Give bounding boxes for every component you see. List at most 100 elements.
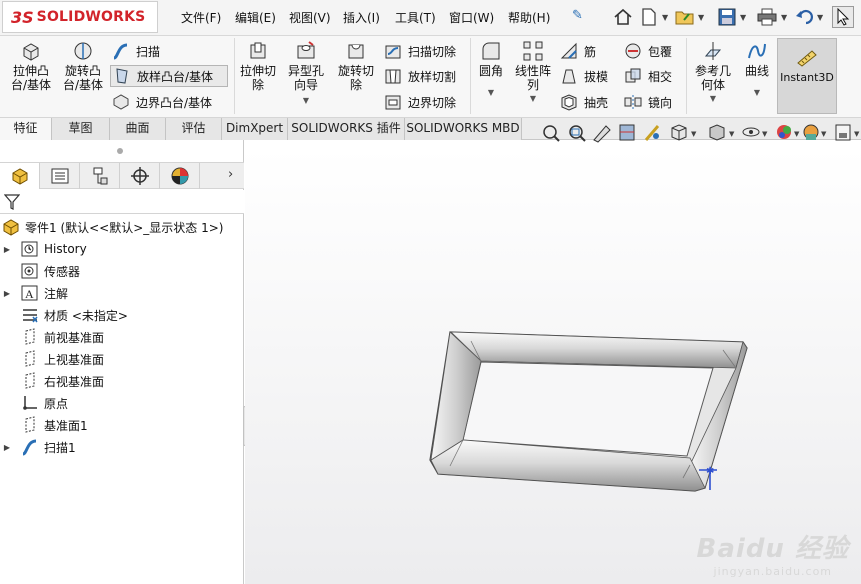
- display-manager-tab[interactable]: [160, 163, 200, 189]
- zoom-to-fit-icon[interactable]: [543, 125, 560, 142]
- panel-grip[interactable]: [117, 148, 123, 154]
- chevron-down-icon[interactable]: ▼: [474, 86, 508, 100]
- hole-wizard-button[interactable]: 异型孔 向导 ▼: [284, 40, 328, 108]
- svg-text:▼: ▼: [762, 130, 768, 138]
- draft-button[interactable]: 拔模: [560, 65, 608, 87]
- zoom-to-area-icon[interactable]: [569, 125, 586, 142]
- menu-insert[interactable]: 插入(I): [343, 9, 380, 26]
- configuration-manager-tab[interactable]: [80, 163, 120, 189]
- plane-icon: [21, 372, 39, 390]
- tab-features[interactable]: 特征: [0, 118, 52, 140]
- menu-window[interactable]: 窗口(W): [449, 9, 494, 26]
- instant3d-button[interactable]: Instant3D: [777, 38, 837, 114]
- previous-view-icon[interactable]: [593, 125, 611, 143]
- menu-file[interactable]: 文件(F): [181, 9, 221, 26]
- swept-cut-button[interactable]: 扫描切除: [384, 40, 456, 62]
- new-document-icon[interactable]: [638, 6, 660, 28]
- chevron-down-icon[interactable]: ▼: [740, 86, 774, 100]
- loft-boss-button[interactable]: 放样凸台/基体: [110, 65, 228, 87]
- tree-filter[interactable]: [0, 190, 244, 214]
- tree-item-label: 材质 <未指定>: [44, 308, 128, 323]
- tree-root-part[interactable]: 零件1 (默认<<默认>_显示状态 1>): [0, 216, 244, 238]
- undo-icon[interactable]: [794, 6, 816, 28]
- tree-item-annotations[interactable]: ▶ A 注解: [0, 282, 244, 304]
- chevron-right-icon[interactable]: ›: [228, 167, 233, 182]
- chevron-down-icon[interactable]: ▼: [512, 92, 554, 106]
- boundary-cut-button[interactable]: 边界切除: [384, 91, 456, 113]
- feature-manager-panel: › 零件1 (默认<<默认>_显示状态 1>) ▶ History 传感器 ▶ …: [0, 140, 244, 584]
- hide-show-items-icon[interactable]: [742, 127, 760, 137]
- dimxpert-manager-tab[interactable]: [120, 163, 160, 189]
- solidworks-logo[interactable]: 3S SOLIDWORKS: [2, 1, 158, 33]
- mirror-button[interactable]: 镜向: [624, 91, 672, 113]
- print-icon[interactable]: [756, 6, 778, 28]
- menu-help[interactable]: 帮助(H): [508, 9, 550, 26]
- boundary-boss-button[interactable]: 边界凸台/基体: [112, 91, 212, 113]
- lofted-cut-button[interactable]: 放样切割: [384, 65, 456, 87]
- menu-tools[interactable]: 工具(T): [395, 9, 436, 26]
- display-style-icon[interactable]: [709, 124, 725, 141]
- tab-solidworks-mbd[interactable]: SOLIDWORKS MBD: [405, 118, 522, 140]
- wrap-button[interactable]: 包覆: [624, 40, 672, 62]
- ds-logo-icon: 3S: [11, 7, 34, 27]
- view-settings-icon[interactable]: [835, 124, 851, 141]
- revolve-cut-button[interactable]: 旋转切 除: [334, 40, 378, 92]
- shell-button[interactable]: 抽壳: [560, 91, 608, 113]
- chevron-down-icon[interactable]: ▼: [817, 13, 823, 22]
- tree-item-history[interactable]: ▶ History: [0, 238, 244, 260]
- extrude-cut-button[interactable]: 拉伸切 除: [238, 40, 278, 92]
- chevron-down-icon[interactable]: ▼: [740, 13, 746, 22]
- tree-item-sensors[interactable]: 传感器: [0, 260, 244, 282]
- home-icon[interactable]: [612, 6, 634, 28]
- hole-wizard-icon: [295, 40, 317, 62]
- tab-solidworks-addins[interactable]: SOLIDWORKS 插件: [288, 118, 405, 140]
- intersect-button[interactable]: 相交: [624, 65, 672, 87]
- tab-surfaces[interactable]: 曲面: [110, 118, 166, 140]
- expand-arrow-icon[interactable]: ▶: [0, 289, 14, 298]
- tree-item-top-plane[interactable]: 上视基准面: [0, 348, 244, 370]
- appearance-pie-icon: [171, 167, 188, 185]
- edit-appearance-icon[interactable]: [777, 125, 791, 139]
- feature-manager-tab[interactable]: [0, 163, 40, 189]
- menu-edit[interactable]: 编辑(E): [235, 9, 276, 26]
- swept-frame-model[interactable]: ✱: [245, 148, 861, 584]
- tab-sketch[interactable]: 草图: [52, 118, 110, 140]
- tree-item-origin[interactable]: 原点: [0, 392, 244, 414]
- open-folder-icon[interactable]: [674, 6, 696, 28]
- apply-scene-icon[interactable]: [803, 124, 819, 140]
- view-orientation-icon[interactable]: [671, 124, 687, 141]
- reference-geometry-button[interactable]: 参考几 何体 ▼: [690, 40, 736, 106]
- revolve-boss-button[interactable]: 旋转凸 台/基体: [60, 40, 106, 92]
- linear-pattern-button[interactable]: 线性阵 列 ▼: [512, 40, 554, 106]
- menu-view[interactable]: 视图(V): [289, 9, 331, 26]
- heads-up-view-toolbar: ▼ ▼ ▼ ▼ ▼ ▼: [540, 120, 861, 148]
- tree-item-material[interactable]: 材质 <未指定>: [0, 304, 244, 326]
- rib-button[interactable]: 筋: [560, 40, 596, 62]
- save-icon[interactable]: [716, 6, 738, 28]
- chevron-down-icon[interactable]: ▼: [690, 92, 736, 106]
- graphics-area[interactable]: ✱ Baidu 经验 jingyan.baidu.com: [245, 148, 861, 584]
- property-manager-tab[interactable]: [40, 163, 80, 189]
- extrude-boss-button[interactable]: 拉伸凸 台/基体: [8, 40, 54, 92]
- chevron-down-icon[interactable]: ▼: [698, 13, 704, 22]
- fillet-button[interactable]: 圆角 ▼: [474, 40, 508, 100]
- dynamic-annotation-icon[interactable]: [644, 125, 660, 141]
- expand-arrow-icon[interactable]: ▶: [0, 443, 14, 452]
- section-view-icon[interactable]: [619, 124, 635, 141]
- expand-arrow-icon[interactable]: ▶: [0, 245, 14, 254]
- sweep-button[interactable]: 扫描: [112, 40, 160, 62]
- tree-item-plane1[interactable]: 基准面1: [0, 414, 244, 436]
- revolve-cut-icon: [345, 40, 367, 62]
- tree-item-sweep1[interactable]: ▶ 扫描1: [0, 436, 244, 458]
- curves-button[interactable]: 曲线 ▼: [740, 40, 774, 100]
- chevron-down-icon[interactable]: ▼: [284, 94, 328, 108]
- tab-evaluate[interactable]: 评估: [166, 118, 222, 140]
- select-cursor-icon[interactable]: [832, 6, 854, 28]
- pin-icon[interactable]: ✎: [572, 8, 583, 23]
- plane-icon: [21, 328, 39, 346]
- tree-item-front-plane[interactable]: 前视基准面: [0, 326, 244, 348]
- chevron-down-icon[interactable]: ▼: [781, 13, 787, 22]
- tab-dimxpert[interactable]: DimXpert: [222, 118, 288, 140]
- tree-item-right-plane[interactable]: 右视基准面: [0, 370, 244, 392]
- chevron-down-icon[interactable]: ▼: [662, 13, 668, 22]
